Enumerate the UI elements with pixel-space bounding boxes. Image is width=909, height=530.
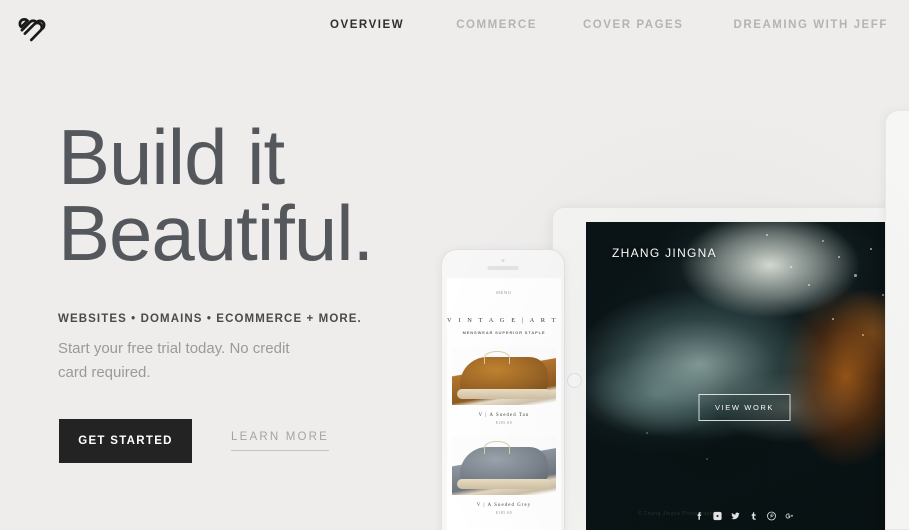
nav-item-dreaming-with-jeff[interactable]: DREAMING WITH JEFF [734, 19, 888, 31]
device-shadow [420, 90, 909, 530]
page-title: Build it Beautiful. [58, 113, 374, 277]
nav-item-overview[interactable]: OVERVIEW [330, 19, 404, 31]
get-started-button[interactable]: GET STARTED [59, 419, 192, 463]
top-navigation-bar: OVERVIEW COMMERCE COVER PAGES DREAMING W… [0, 0, 909, 57]
landing-page: OVERVIEW COMMERCE COVER PAGES DREAMING W… [0, 0, 909, 530]
hero-subtitle: Start your free trial today. No credit c… [58, 340, 290, 381]
nav-item-cover-pages[interactable]: COVER PAGES [583, 19, 684, 31]
learn-more-link[interactable]: LEARN MORE [231, 431, 330, 451]
nav-item-commerce[interactable]: COMMERCE [456, 19, 537, 31]
nav-links: OVERVIEW COMMERCE COVER PAGES DREAMING W… [330, 19, 888, 31]
hero-eyebrow: WEBSITES • DOMAINS • ECOMMERCE + MORE. [58, 313, 362, 326]
hero-section: Build it Beautiful. WEBSITES • DOMAINS •… [58, 113, 458, 384]
cta-row: GET STARTED LEARN MORE [59, 419, 330, 463]
squarespace-logo-icon[interactable] [16, 11, 50, 45]
